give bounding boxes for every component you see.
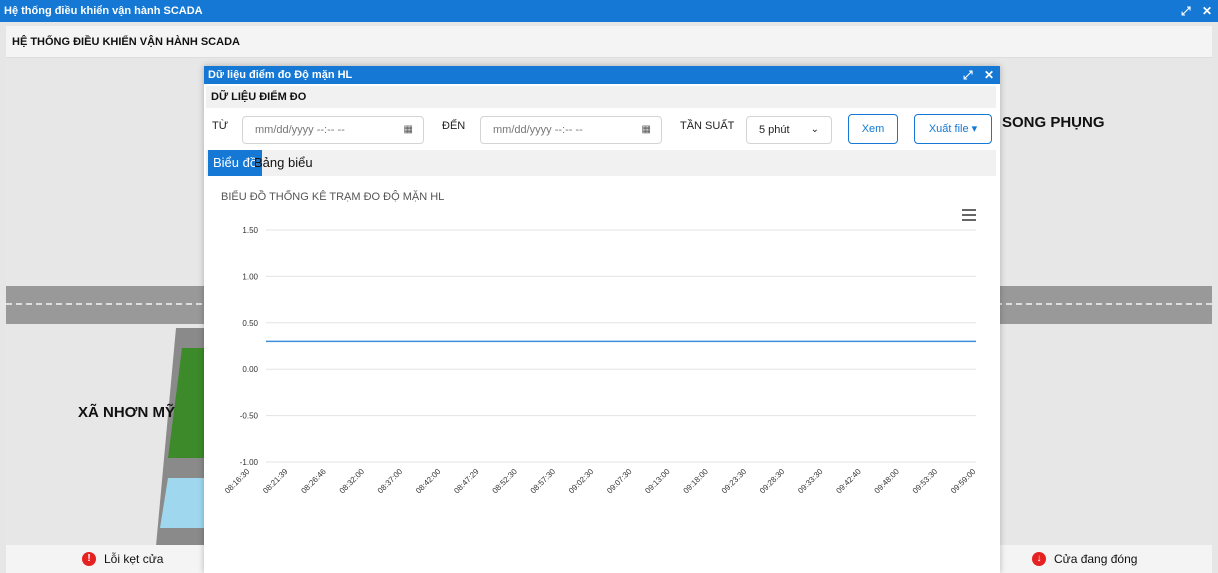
chevron-down-icon: ⌄ xyxy=(810,124,819,135)
map-label-nhon-my: XÃ NHƠN MỸ xyxy=(78,404,175,421)
chart-title: BIỂU ĐỒ THỐNG KÊ TRẠM ĐO ĐỘ MẶN HL xyxy=(221,191,445,203)
window-title: Hệ thống điều khiển vận hành SCADA xyxy=(4,5,203,17)
x-tick-label: 08:21:39 xyxy=(261,467,290,496)
from-datetime-input[interactable]: mm/dd/yyyy --:-- -- ▦ xyxy=(242,116,424,144)
x-tick-label: 08:57:30 xyxy=(529,467,558,496)
y-tick-label: -0.50 xyxy=(240,412,259,421)
x-tick-label: 09:13:00 xyxy=(643,467,672,496)
x-tick-label: 08:42:00 xyxy=(414,467,443,496)
from-datetime-placeholder: mm/dd/yyyy --:-- -- xyxy=(255,124,345,136)
frequency-select[interactable]: 5 phút ⌄ xyxy=(746,116,832,144)
y-tick-label: 1.00 xyxy=(242,272,258,281)
close-icon[interactable]: ✕ xyxy=(1202,4,1212,18)
arrow-down-icon: ↓ xyxy=(1032,552,1046,566)
dialog-titlebar: Dữ liệu điểm đo Độ mặn HL ⤢ ✕ xyxy=(204,66,1000,84)
y-tick-label: -1.00 xyxy=(240,458,259,467)
section-title: DỮ LIỆU ĐIỂM ĐO xyxy=(206,86,996,108)
dialog-title: Dữ liệu điểm đo Độ mặn HL xyxy=(208,69,353,81)
view-tabs: Biểu đồ Bảng biểu xyxy=(206,150,996,176)
status-door-closing: ↓ Cửa đang đóng xyxy=(1032,545,1137,573)
status-door-jam-label: Lỗi kẹt cửa xyxy=(104,552,164,566)
x-tick-label: 08:47:29 xyxy=(452,467,481,496)
calendar-icon[interactable]: ▦ xyxy=(404,117,413,143)
tab-table[interactable]: Bảng biểu xyxy=(249,150,318,176)
export-file-button[interactable]: Xuất file ▾ xyxy=(914,114,992,144)
view-button[interactable]: Xem xyxy=(848,114,898,144)
x-tick-label: 09:59:00 xyxy=(949,467,978,496)
x-tick-label: 09:23:30 xyxy=(720,467,749,496)
dialog-maximize-icon[interactable]: ⤢ xyxy=(963,68,973,82)
page-title: HỆ THỐNG ĐIỀU KHIỂN VẬN HÀNH SCADA xyxy=(6,26,1212,58)
frequency-value: 5 phút xyxy=(759,124,790,136)
calendar-icon[interactable]: ▦ xyxy=(642,117,651,143)
to-datetime-input[interactable]: mm/dd/yyyy --:-- -- ▦ xyxy=(480,116,662,144)
x-tick-label: 08:26:46 xyxy=(299,467,328,496)
x-tick-label: 09:02:30 xyxy=(567,467,596,496)
app-titlebar: Hệ thống điều khiển vận hành SCADA ⤢ ✕ xyxy=(0,0,1218,22)
to-label: ĐẾN xyxy=(442,120,466,132)
dialog-close-icon[interactable]: ✕ xyxy=(984,68,994,82)
measurement-dialog: Dữ liệu điểm đo Độ mặn HL ⤢ ✕ DỮ LIỆU ĐI… xyxy=(204,66,1000,573)
frequency-label: TẦN SUẤT xyxy=(680,120,735,132)
y-tick-label: 1.50 xyxy=(242,226,258,235)
error-icon: ! xyxy=(82,552,96,566)
x-tick-label: 08:32:00 xyxy=(338,467,367,496)
x-tick-label: 08:16:30 xyxy=(223,467,252,496)
x-tick-label: 09:28:30 xyxy=(758,467,787,496)
status-door-jam: ! Lỗi kẹt cửa xyxy=(82,545,163,573)
to-datetime-placeholder: mm/dd/yyyy --:-- -- xyxy=(493,124,583,136)
x-tick-label: 09:33:30 xyxy=(796,467,825,496)
maximize-icon[interactable]: ⤢ xyxy=(1181,4,1191,18)
x-tick-label: 09:48:00 xyxy=(873,467,902,496)
x-tick-label: 09:53:30 xyxy=(911,467,940,496)
status-door-closing-label: Cửa đang đóng xyxy=(1054,552,1138,566)
y-tick-label: 0.00 xyxy=(242,365,258,374)
x-tick-label: 09:42:40 xyxy=(834,467,863,496)
x-tick-label: 09:18:00 xyxy=(682,467,711,496)
line-chart: 1.50 1.00 0.50 0.00 -0.50 -1.0008:16:30 08:21:… xyxy=(223,226,978,496)
map-label-song-phung: SONG PHỤNG xyxy=(1002,114,1105,131)
x-tick-label: 09:07:30 xyxy=(605,467,634,496)
x-tick-label: 08:37:00 xyxy=(376,467,405,496)
from-label: TỪ xyxy=(212,120,229,132)
y-tick-label: 0.50 xyxy=(242,319,258,328)
x-tick-label: 08:52:30 xyxy=(491,467,520,496)
